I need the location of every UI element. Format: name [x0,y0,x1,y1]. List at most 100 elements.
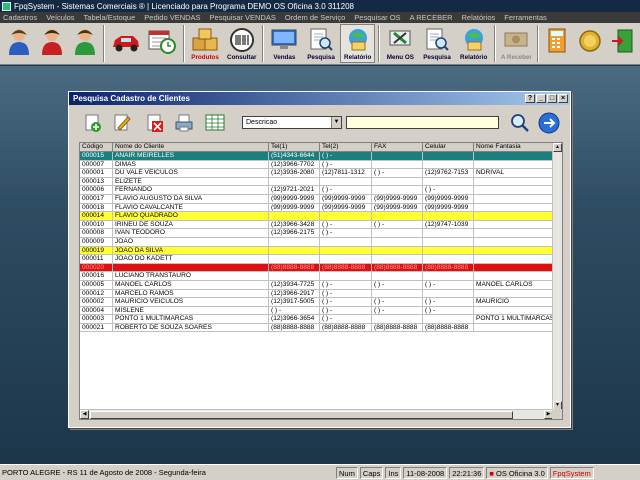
table-row[interactable]: 000003 PONTO 1 MULTIMARCAS (12)3966-3654( … [80,315,553,324]
coins-button[interactable] [574,24,605,63]
status-ins: Ins [385,466,402,479]
menu-veiculos[interactable]: Veículos [46,13,74,22]
menu-ordem-servico[interactable]: Ordem de Serviço [285,13,345,22]
cell-fax: ( ) - [372,298,423,307]
search-input[interactable] [346,116,499,129]
spreadsheet-icon [205,114,225,131]
table-row[interactable]: 000021 ROBERTO DE SOUZA SOARES (88)8888-88… [80,323,553,333]
person-green-button[interactable] [70,24,101,63]
delete-client-button[interactable] [144,112,166,134]
menu-pesquisar-vendas[interactable]: Pesquisar VENDAS [210,13,276,22]
maximize-button[interactable]: □ [547,94,557,103]
a-receber-button[interactable]: A Receber [499,24,534,63]
menu-cadastros[interactable]: Cadastros [3,13,37,22]
vehicle-button[interactable] [108,24,143,63]
column-header-celular[interactable]: Celular [423,143,474,151]
menu-tabela-estoque[interactable]: Tabela/Estoque [84,13,136,22]
table-row[interactable]: 000012 MARCELO RAMOS (12)3966-2917( ) - [80,289,553,299]
consultar-button[interactable]: Consultar [224,24,259,63]
menu-ferramentas[interactable]: Ferramentas [504,13,547,22]
cell-fantasia [474,220,553,229]
cell-tel2: ( ) - [320,220,372,229]
cell-codigo: 000018 [80,203,113,212]
menu-pesquisar-os[interactable]: Pesquisar OS [354,13,400,22]
calculator-button[interactable] [542,24,573,63]
column-header-tel1[interactable]: Tel(1) [269,143,320,151]
vendas-button[interactable]: Vendas [267,24,302,63]
produtos-label: Produtos [191,54,219,61]
cell-celular [423,229,474,238]
menu-a-receber[interactable]: A RECEBER [410,13,453,22]
menu-relatorios[interactable]: Relatórios [462,13,496,22]
pesquisa-os-button[interactable]: Pesquisa [420,24,455,63]
table-row[interactable]: 000004 MISLENE( ) -( ) -( ) -( ) - [80,306,553,316]
scroll-up-icon[interactable]: ▲ [553,143,562,152]
print-button[interactable] [173,112,195,134]
table-row[interactable]: 000015 ANAIR MEIRELLES (51)4343-6644( ) - [80,152,553,161]
table-row[interactable]: 000010 IRINEU DE SOUZA (12)3966-3428( ) -(… [80,220,553,230]
vertical-scrollbar[interactable]: ▲ ▼ [552,143,562,410]
table-row[interactable]: 000019 JOÃO DA SILVA [80,246,553,256]
cell-fantasia [474,272,553,281]
cell-tel1: (88)8888-8888 [269,323,320,332]
table-row[interactable]: 000001 DU VALE VEICULOS (12)3936-2080 (12)7… [80,169,553,178]
cell-nome: JOÃO [113,237,269,246]
schedule-button[interactable] [145,24,180,63]
chevron-down-icon[interactable]: ▼ [331,117,341,128]
cell-codigo: 000011 [80,255,113,264]
menu-os-button[interactable]: Menu OS [383,24,418,63]
table-row[interactable]: 000006 FERNANDO (12)9721-2021( ) -( ) - [80,186,553,195]
column-header-fantasia[interactable]: Nome Fantasia [474,143,553,151]
pesquisa-vendas-button[interactable]: Pesquisa [304,24,339,63]
table-row[interactable]: 000011 JOÃO DO KADETT [80,255,553,264]
cell-nome: ANAIR MEIRELLES [113,152,269,160]
table-row[interactable]: 000016 LUCIANO TRANSTAURO [80,272,553,281]
table-row[interactable]: 000014 FLAVIO QUADRADO [80,212,553,221]
add-client-button[interactable] [82,112,104,134]
cell-fax: ( ) - [372,280,423,289]
produtos-button[interactable]: Produtos [188,24,223,63]
cell-tel1: (12)3966-2917 [269,289,320,298]
export-excel-button[interactable] [204,112,226,134]
horizontal-scroll-thumb[interactable] [90,411,513,419]
cell-celular [423,152,474,160]
relatorio-vendas-button[interactable]: Relatório [340,24,376,63]
table-row[interactable]: 000020 (88)8888-8888 (88)8888-8888 (88)8888… [80,263,553,273]
calculator-icon [548,28,566,53]
cell-celular: (88)8888-8888 [423,323,474,332]
help-button[interactable]: ? [525,94,535,103]
search-button[interactable] [509,112,531,134]
person-red-button[interactable] [37,24,68,63]
column-header-fax[interactable]: FAX [372,143,423,151]
column-header-tel2[interactable]: Tel(2) [320,143,372,151]
close-button[interactable]: × [558,94,568,103]
relatorio-os-button[interactable]: Relatório [456,24,491,63]
search-field-select[interactable]: Descricao ▼ [242,116,342,129]
table-row[interactable]: 000008 IVAN TEODORO (12)3966-2175( ) - [80,229,553,238]
cell-codigo: 000007 [80,160,113,169]
table-row[interactable]: 000005 MANOEL CARLOS (12)3934-7725( ) -( )… [80,280,553,290]
edit-client-button[interactable] [111,112,133,134]
go-button[interactable] [538,112,560,134]
table-row[interactable]: 000017 FLAVIO AUGUSTO DA SILVA (99)9999-99… [80,194,553,204]
cell-nome: JOÃO DA SILVA [113,246,269,255]
table-row[interactable]: 000002 MAURICIO VEICULOS (12)3917-5005( ) … [80,298,553,307]
column-header-codigo[interactable]: Código [80,143,113,151]
person-blue-button[interactable] [4,24,35,63]
cell-nome: MISLENE [113,306,269,315]
cell-tel1 [269,212,320,221]
table-row[interactable]: 000009 JOÃO [80,237,553,247]
magnifier-document-icon [426,28,449,51]
table-row[interactable]: 000013 ELIZETE [80,177,553,187]
horizontal-scrollbar[interactable]: ◀ ▶ [80,409,553,419]
cell-fantasia [474,263,553,272]
exit-button[interactable] [607,24,638,63]
cell-fax: (88)8888-8888 [372,323,423,332]
table-row[interactable]: 000007 DIMAS (12)3966-7702( ) - [80,160,553,170]
scroll-left-icon[interactable]: ◀ [80,410,89,419]
column-header-nome[interactable]: Nome do Cliente [113,143,269,151]
cell-nome: IRINEU DE SOUZA [113,220,269,229]
table-row[interactable]: 000018 FLAVIO CAVALCANTE (99)9999-9999 (99)… [80,203,553,213]
menu-pedido-vendas[interactable]: Pedido VENDAS [144,13,200,22]
minimize-button[interactable]: _ [536,94,546,103]
